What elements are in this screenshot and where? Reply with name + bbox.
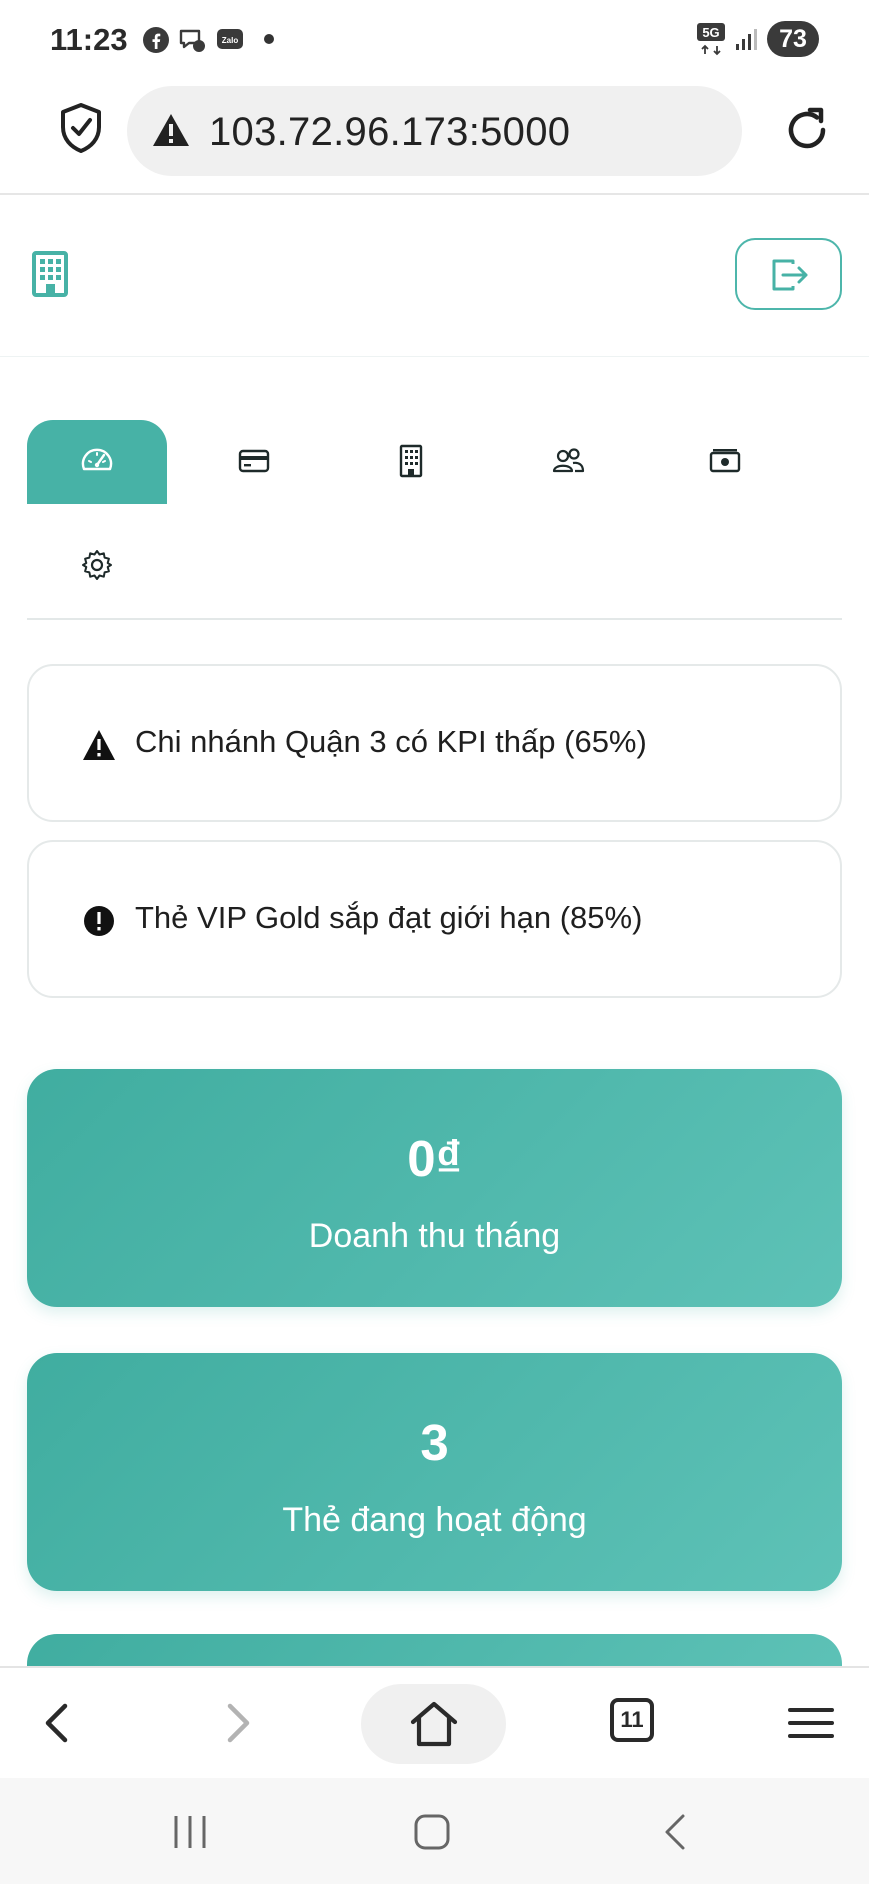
battery-indicator: 73 xyxy=(767,21,819,57)
stat-value: 3 xyxy=(420,1414,449,1471)
tabs-button[interactable]: 11 xyxy=(610,1698,654,1742)
cell-signal-icon xyxy=(736,29,757,50)
stat-card-revenue: 0₫ Doanh thu tháng xyxy=(27,1069,842,1307)
zalo-icon: Zalo xyxy=(217,29,243,49)
cash-icon xyxy=(709,449,741,473)
status-bar: 11:23 Zalo 5G 73 xyxy=(0,0,869,80)
url-text[interactable]: 103.72.96.173:5000 xyxy=(209,110,570,155)
warning-icon xyxy=(83,730,115,760)
tab-branches[interactable] xyxy=(341,420,481,504)
forward-icon[interactable] xyxy=(212,1698,262,1748)
back-icon[interactable] xyxy=(33,1698,83,1748)
building-icon xyxy=(399,444,423,478)
app-header xyxy=(0,197,869,357)
system-nav-bar xyxy=(0,1778,869,1884)
tab-settings[interactable] xyxy=(27,524,167,608)
alert-text: Chi nhánh Quận 3 có KPI thấp (65%) xyxy=(135,724,647,759)
address-bar[interactable]: 103.72.96.173:5000 xyxy=(127,86,742,176)
stat-label: Doanh thu tháng xyxy=(308,1217,561,1255)
recent-apps-icon[interactable] xyxy=(170,1812,210,1852)
logout-icon xyxy=(772,259,808,291)
alert-text: Thẻ VIP Gold sắp đạt giới hạn (85%) xyxy=(135,900,643,935)
building-logo-icon xyxy=(32,251,68,297)
back-nav-icon[interactable] xyxy=(656,1812,696,1852)
home-icon xyxy=(410,1701,458,1747)
nav-tabs xyxy=(27,420,842,620)
not-secure-warning-icon[interactable] xyxy=(151,112,191,148)
stat-card-active-cards: 3 Thẻ đang hoạt động xyxy=(27,1353,842,1591)
users-icon xyxy=(552,448,585,473)
alert-item: Chi nhánh Quận 3 có KPI thấp (65%) xyxy=(27,664,842,822)
messenger-icon xyxy=(179,29,205,52)
notification-dot xyxy=(264,34,274,44)
status-time: 11:23 xyxy=(50,22,128,57)
exclamation-icon xyxy=(84,906,114,936)
shield-icon[interactable] xyxy=(58,102,104,154)
stat-value: 0₫ xyxy=(407,1130,462,1187)
card-icon xyxy=(238,449,270,473)
browser-toolbar: 103.72.96.173:5000 xyxy=(0,80,869,195)
gear-icon xyxy=(82,550,112,580)
browser-bottom-bar: 11 xyxy=(0,1666,869,1776)
tab-cash[interactable] xyxy=(655,420,795,504)
logout-button[interactable] xyxy=(735,238,842,310)
tab-dashboard[interactable] xyxy=(27,420,167,504)
home-button[interactable] xyxy=(361,1684,506,1764)
svg-text:Zalo: Zalo xyxy=(222,36,239,45)
stat-label: Thẻ đang hoạt động xyxy=(282,1501,587,1539)
tab-cards[interactable] xyxy=(184,420,324,504)
svg-text:5G: 5G xyxy=(702,25,719,40)
reload-icon[interactable] xyxy=(783,106,831,154)
dashboard-icon xyxy=(81,448,113,471)
menu-icon[interactable] xyxy=(786,1698,836,1748)
facebook-icon xyxy=(143,27,169,53)
home-nav-icon[interactable] xyxy=(412,1812,452,1852)
5g-signal-icon: 5G xyxy=(697,23,725,56)
tab-users[interactable] xyxy=(498,420,638,504)
alert-item: Thẻ VIP Gold sắp đạt giới hạn (85%) xyxy=(27,840,842,998)
